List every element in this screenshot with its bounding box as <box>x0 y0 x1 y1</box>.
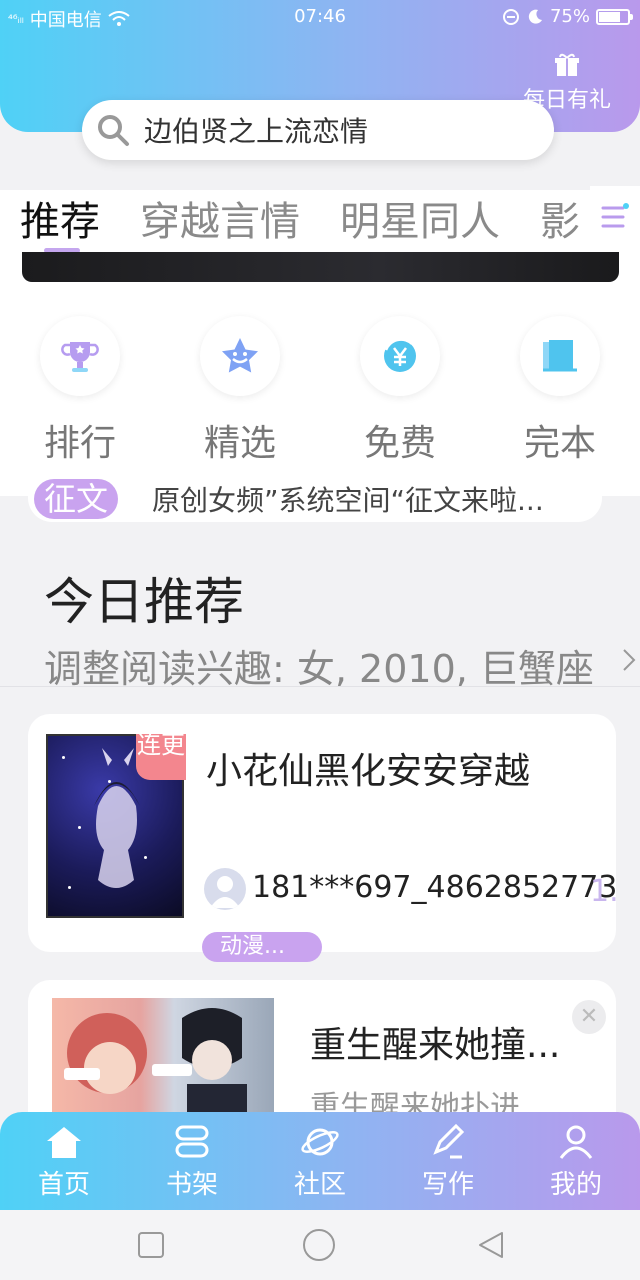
nav-writing[interactable]: 写作 <box>384 1112 512 1210</box>
search-query-text: 边伯贤之上流恋情 <box>144 115 369 148</box>
status-right: 75% <box>502 6 633 27</box>
quick-nav-label: 精选 <box>203 423 276 464</box>
system-nav-bar <box>0 1210 640 1280</box>
tab-film[interactable]: 影 <box>540 190 580 246</box>
serial-tag: 连更 <box>136 733 186 780</box>
book-title: 重生醒来她撞... <box>310 1025 561 1066</box>
recent-apps-icon[interactable] <box>136 1230 166 1260</box>
yuan-icon <box>384 338 416 372</box>
quick-nav-circle <box>520 316 600 396</box>
search-icon <box>98 115 129 146</box>
book-cover <box>52 998 274 1120</box>
cover-illustration <box>64 1008 247 1120</box>
trophy-icon <box>61 342 99 372</box>
do-not-disturb-icon <box>502 8 519 25</box>
quick-nav-circle <box>360 316 440 396</box>
quick-nav-ranking[interactable]: 排行 <box>20 316 140 466</box>
contest-notice-text: 原创女频”系统空间“征文来啦... <box>152 484 544 517</box>
quick-nav-label: 免费 <box>363 423 436 464</box>
nav-community[interactable]: 社区 <box>256 1112 384 1210</box>
home-icon <box>47 1127 81 1158</box>
quick-nav-featured[interactable]: 精选 <box>180 316 300 466</box>
home-button-icon[interactable] <box>302 1228 336 1262</box>
search-bar[interactable]: 边伯贤之上流恋情 <box>82 100 554 160</box>
contest-notice[interactable]: 征文 原创女频”系统空间“征文来啦... <box>28 476 602 522</box>
quick-nav-label: 排行 <box>43 423 116 464</box>
tab-time-travel-romance[interactable]: 穿越言情 <box>140 190 300 246</box>
chevron-right-icon[interactable] <box>622 646 636 674</box>
divider <box>0 686 640 687</box>
battery-percent: 75% <box>549 6 590 27</box>
app-screen: ⁴⁶ᵢₗₗ 中国电信 07:46 75% 每日有礼 边伯贤之上流恋情 推荐 穿越… <box>0 0 640 1280</box>
section-title: 今日推荐 <box>44 573 244 631</box>
dismiss-card-button[interactable]: ✕ <box>572 1000 606 1034</box>
nav-label: 首页 <box>37 1170 90 1200</box>
star-icon <box>222 338 258 373</box>
gift-icon <box>555 53 579 76</box>
book-title: 小花仙黑化安安穿越 <box>206 751 531 792</box>
category-menu-button[interactable] <box>590 186 640 248</box>
genre-tag[interactable]: 动漫... <box>202 932 322 962</box>
tab-recommend[interactable]: 推荐 <box>20 190 100 246</box>
planet-icon <box>301 1128 339 1156</box>
author-avatar <box>204 868 246 910</box>
nav-label: 书架 <box>165 1170 218 1200</box>
reading-interest-link[interactable]: 调整阅读兴趣: 女, 2010, 巨蟹座 <box>44 638 594 693</box>
battery-icon <box>596 8 633 25</box>
book-card[interactable]: 重生醒来她撞... 重生醒来她扑进 ✕ <box>28 980 616 1125</box>
nav-profile[interactable]: 我的 <box>512 1112 640 1210</box>
quick-nav-free[interactable]: 免费 <box>340 316 460 466</box>
contest-badge: 征文 <box>34 479 118 519</box>
status-bar: ⁴⁶ᵢₗₗ 中国电信 07:46 75% <box>0 0 640 34</box>
nav-label: 写作 <box>421 1170 474 1200</box>
nav-home[interactable]: 首页 <box>0 1112 128 1210</box>
category-tabs: 推荐 穿越言情 明星同人 影 <box>0 190 640 246</box>
author-name: 181***697_4862852773 <box>252 870 618 905</box>
quick-nav-label: 完本 <box>523 423 596 464</box>
moon-icon <box>528 9 542 24</box>
quick-nav-circle <box>200 316 280 396</box>
bottom-nav: 首页 书架 社区 写作 我的 <box>0 1112 640 1210</box>
avatar-placeholder-icon <box>210 876 240 908</box>
back-icon[interactable] <box>476 1230 506 1260</box>
battery-fill <box>599 11 620 22</box>
menu-icon <box>601 203 629 228</box>
nav-label: 社区 <box>293 1170 346 1200</box>
nav-bookshelf[interactable]: 书架 <box>128 1112 256 1210</box>
quick-nav-completed[interactable]: 完本 <box>500 316 620 466</box>
quick-nav: 排行 精选 免费 完本 <box>0 316 640 466</box>
author-extra: 1. <box>590 874 619 909</box>
book-card[interactable]: 小花仙黑化安安穿越 181***697_4862852773 <box>28 714 618 952</box>
bookshelf-icon <box>175 1125 209 1158</box>
quick-nav-circle <box>40 316 120 396</box>
nav-label: 我的 <box>549 1170 602 1200</box>
pen-icon <box>433 1124 465 1159</box>
book-icon <box>543 340 577 372</box>
user-icon <box>559 1125 593 1159</box>
tab-celebrity-fanfic[interactable]: 明星同人 <box>340 190 500 246</box>
featured-banner[interactable] <box>22 252 619 282</box>
